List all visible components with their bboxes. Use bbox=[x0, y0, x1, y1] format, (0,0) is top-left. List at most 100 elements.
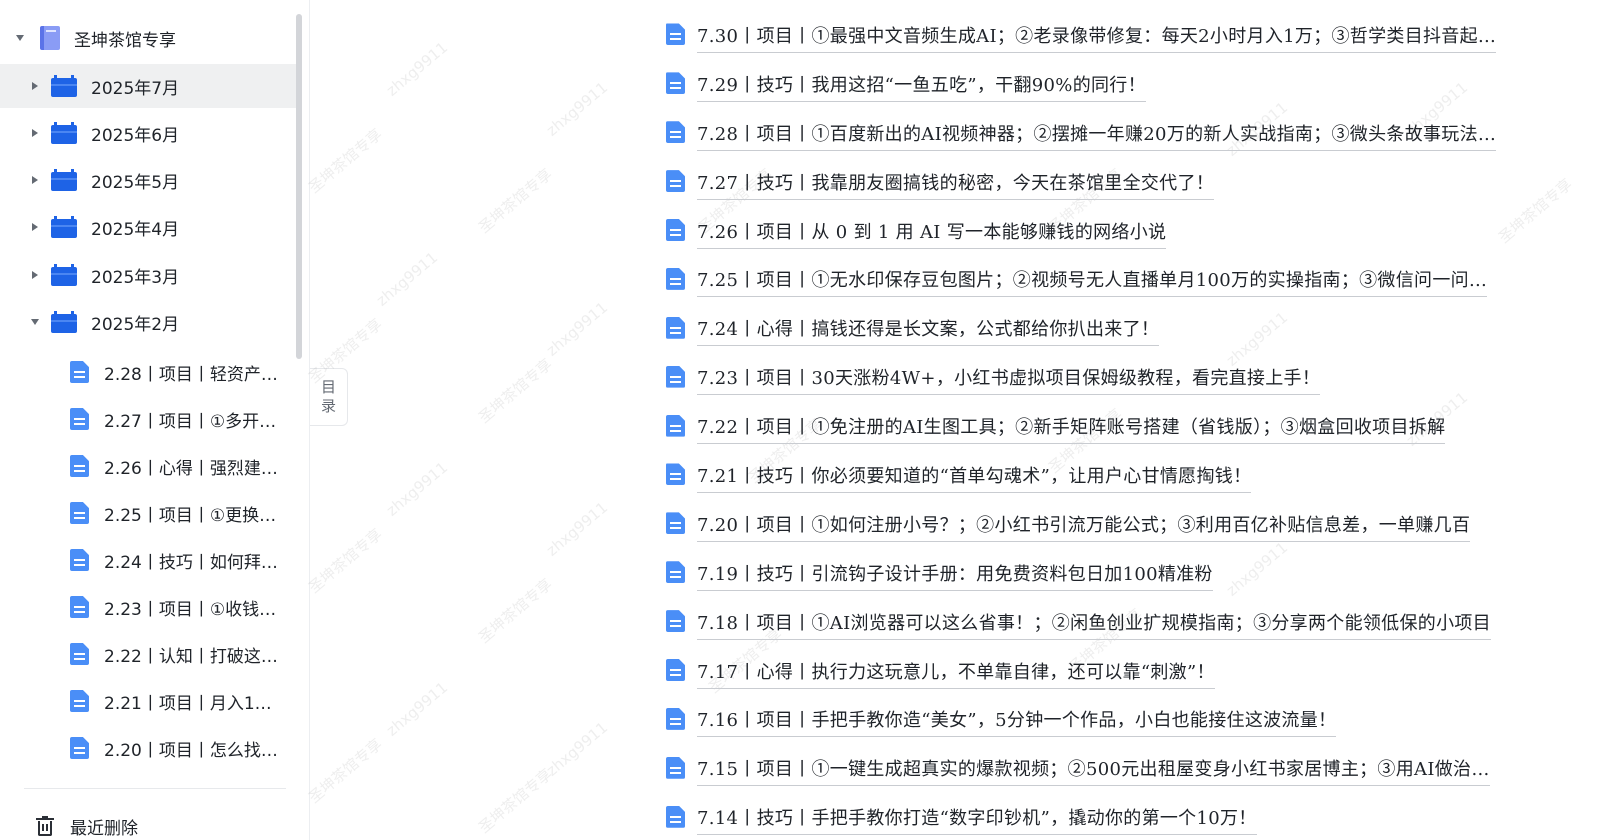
doc-icon bbox=[666, 23, 685, 46]
doc-link[interactable]: 7.17丨心得丨执行力这玩意儿，不单靠自律，还可以靠“刺激”！ bbox=[697, 658, 1215, 689]
doc-icon bbox=[666, 316, 685, 339]
list-item[interactable]: 7.23丨项目丨30天涨粉4W+，小红书虚拟项目保姆级教程，看完直接上手！ bbox=[666, 352, 1566, 401]
list-item[interactable]: 7.20丨项目丨①如何注册小号？；②小红书引流万能公式；③利用百亿补贴信息差，一… bbox=[666, 499, 1566, 548]
list-item[interactable]: 7.28丨项目丨①百度新出的AI视频神器；②摆摊一年赚20万的新人实战指南；③微… bbox=[666, 108, 1566, 157]
list-item[interactable]: 7.17丨心得丨执行力这玩意儿，不单靠自律，还可以靠“刺激”！ bbox=[666, 646, 1566, 695]
list-item[interactable]: 7.29丨技巧丨我用这招“一鱼五吃”，干翻90%的同行！ bbox=[666, 59, 1566, 108]
sidebar-item-label: 2025年7月 bbox=[91, 78, 180, 99]
sidebar-doc-2-21[interactable]: 2.21丨项目丨月入1… bbox=[0, 679, 300, 723]
sidebar-doc-label: 2.21丨项目丨月入1… bbox=[104, 693, 272, 714]
doc-link[interactable]: 7.24丨心得丨搞钱还得是长文案，公式都给你扒出来了！ bbox=[697, 315, 1160, 347]
doc-link[interactable]: 7.21丨技巧丨你必须要知道的“首单勾魂术”，让用户心甘情愿掏钱！ bbox=[697, 462, 1252, 493]
sidebar-item-2025-02[interactable]: 2025年2月 bbox=[0, 300, 300, 344]
doc-icon bbox=[70, 455, 89, 477]
doc-icon bbox=[666, 463, 685, 486]
folder-icon bbox=[51, 311, 77, 333]
main-content: 7.30丨项目丨①最强中文音频生成AI；②老录像带修复：每天2小时月入1万；③哲… bbox=[348, 0, 1615, 840]
toc-tab-char-2: 录 bbox=[320, 397, 336, 415]
sidebar-doc-label: 2.27丨项目丨①多开… bbox=[104, 411, 277, 432]
list-item[interactable]: 7.14丨技巧丨手把手教你打造“数字印钞机”，撬动你的第一个10万！ bbox=[666, 792, 1566, 840]
caret-down-icon[interactable] bbox=[14, 35, 26, 41]
doc-link[interactable]: 7.29丨技巧丨我用这招“一鱼五吃”，干翻90%的同行！ bbox=[697, 71, 1146, 102]
caret-right-icon[interactable] bbox=[29, 129, 41, 137]
sidebar-doc-2-26[interactable]: 2.26丨心得丨强烈建… bbox=[0, 444, 300, 488]
sidebar-item-label: 2025年2月 bbox=[91, 314, 180, 335]
tree-root[interactable]: 圣坤茶馆专享 bbox=[0, 16, 300, 60]
folder-icon bbox=[51, 169, 77, 191]
doc-link[interactable]: 7.18丨项目丨①AI浏览器可以这么省事！；②闲鱼创业扩规模指南；③分享两个能领… bbox=[697, 609, 1491, 640]
doc-icon bbox=[70, 502, 89, 524]
list-item[interactable]: 7.21丨技巧丨你必须要知道的“首单勾魂术”，让用户心甘情愿掏钱！ bbox=[666, 450, 1566, 499]
doc-link[interactable]: 7.22丨项目丨①免注册的AI生图工具；②新手矩阵账号搭建（省钱版）；③烟盒回收… bbox=[697, 413, 1446, 445]
toc-tab-char-1: 目 bbox=[320, 378, 336, 396]
app-window: 圣坤茶馆专享 2025年7月 2025年6月 2025年5月 2025年4月 2… bbox=[0, 0, 1615, 840]
sidebar-doc-2-22[interactable]: 2.22丨认知丨打破这… bbox=[0, 632, 300, 676]
list-item[interactable]: 7.27丨技巧丨我靠朋友圈搞钱的秘密，今天在茶馆里全交代了！ bbox=[666, 157, 1566, 206]
caret-right-icon[interactable] bbox=[29, 176, 41, 184]
doc-link[interactable]: 7.15丨项目丨①一键生成超真实的爆款视频；②500元出租屋变身小红书家居博主；… bbox=[697, 755, 1490, 787]
sidebar-doc-2-24[interactable]: 2.24丨技巧丨如何拜… bbox=[0, 538, 300, 582]
doc-link[interactable]: 7.23丨项目丨30天涨粉4W+，小红书虚拟项目保姆级教程，看完直接上手！ bbox=[697, 364, 1321, 396]
trash-icon bbox=[36, 816, 54, 836]
sidebar-doc-2-28[interactable]: 2.28丨项目丨轻资产… bbox=[0, 350, 300, 394]
sidebar-item-2025-06[interactable]: 2025年6月 bbox=[0, 111, 300, 155]
sidebar-item-2025-07[interactable]: 2025年7月 bbox=[0, 64, 300, 108]
doc-link[interactable]: 7.16丨项目丨手把手教你造“美女”，5分钟一个作品，小白也能接住这波流量！ bbox=[697, 706, 1337, 738]
list-item[interactable]: 7.26丨项目丨从 0 到 1 用 AI 写一本能够赚钱的网络小说 bbox=[666, 206, 1566, 255]
caret-right-icon[interactable] bbox=[29, 82, 41, 90]
doc-link[interactable]: 7.28丨项目丨①百度新出的AI视频神器；②摆摊一年赚20万的新人实战指南；③微… bbox=[697, 120, 1497, 151]
doc-list: 7.30丨项目丨①最强中文音频生成AI；②老录像带修复：每天2小时月入1万；③哲… bbox=[666, 10, 1566, 840]
doc-icon bbox=[666, 610, 685, 633]
sidebar-item-label: 2025年4月 bbox=[91, 219, 180, 240]
sidebar-item-2025-04[interactable]: 2025年4月 bbox=[0, 205, 300, 249]
sidebar-item-label: 2025年3月 bbox=[91, 267, 180, 288]
sidebar-item-2025-05[interactable]: 2025年5月 bbox=[0, 158, 300, 202]
list-item[interactable]: 7.22丨项目丨①免注册的AI生图工具；②新手矩阵账号搭建（省钱版）；③烟盒回收… bbox=[666, 401, 1566, 450]
toc-toggle-tab[interactable]: 目 录 bbox=[310, 368, 348, 426]
doc-icon bbox=[666, 756, 685, 779]
doc-icon bbox=[666, 121, 685, 144]
doc-icon bbox=[666, 659, 685, 682]
list-item[interactable]: 7.30丨项目丨①最强中文音频生成AI；②老录像带修复：每天2小时月入1万；③哲… bbox=[666, 10, 1566, 59]
sidebar-doc-2-25[interactable]: 2.25丨项目丨①更换… bbox=[0, 491, 300, 535]
list-item[interactable]: 7.25丨项目丨①无水印保存豆包图片；②视频号无人直播单月100万的实操指南；③… bbox=[666, 254, 1566, 303]
doc-icon bbox=[666, 219, 685, 241]
sidebar-divider bbox=[24, 788, 286, 789]
sidebar-doc-2-20[interactable]: 2.20丨项目丨怎么找… bbox=[0, 726, 300, 770]
caret-right-icon[interactable] bbox=[29, 271, 41, 279]
sidebar-doc-label: 2.23丨项目丨①收钱… bbox=[104, 599, 277, 620]
doc-link[interactable]: 7.30丨项目丨①最强中文音频生成AI；②老录像带修复：每天2小时月入1万；③哲… bbox=[697, 22, 1497, 53]
doc-icon bbox=[70, 690, 89, 712]
doc-icon bbox=[666, 414, 685, 437]
doc-icon bbox=[666, 267, 685, 290]
sidebar-doc-label: 2.26丨心得丨强烈建… bbox=[104, 458, 278, 479]
doc-link[interactable]: 7.14丨技巧丨手把手教你打造“数字印钞机”，撬动你的第一个10万！ bbox=[697, 804, 1257, 836]
doc-link[interactable]: 7.25丨项目丨①无水印保存豆包图片；②视频号无人直播单月100万的实操指南；③… bbox=[697, 266, 1488, 298]
recently-deleted-button[interactable]: 最近删除 bbox=[0, 804, 300, 840]
folder-icon bbox=[51, 75, 77, 97]
doc-link[interactable]: 7.26丨项目丨从 0 到 1 用 AI 写一本能够赚钱的网络小说 bbox=[697, 218, 1167, 249]
doc-icon bbox=[666, 170, 685, 193]
sidebar-doc-2-27[interactable]: 2.27丨项目丨①多开… bbox=[0, 397, 300, 441]
doc-icon bbox=[70, 737, 89, 759]
sidebar-scrollbar[interactable] bbox=[296, 14, 302, 359]
doc-link[interactable]: 7.20丨项目丨①如何注册小号？；②小红书引流万能公式；③利用百亿补贴信息差，一… bbox=[697, 511, 1471, 542]
list-item[interactable]: 7.18丨项目丨①AI浏览器可以这么省事！；②闲鱼创业扩规模指南；③分享两个能领… bbox=[666, 597, 1566, 646]
list-item[interactable]: 7.19丨技巧丨引流钩子设计手册：用免费资料包日加100精准粉 bbox=[666, 548, 1566, 597]
doc-icon bbox=[666, 805, 685, 828]
caret-right-icon[interactable] bbox=[29, 223, 41, 231]
caret-down-icon[interactable] bbox=[29, 319, 41, 325]
list-item[interactable]: 7.15丨项目丨①一键生成超真实的爆款视频；②500元出租屋变身小红书家居博主；… bbox=[666, 743, 1566, 792]
sidebar-doc-label: 2.28丨项目丨轻资产… bbox=[104, 364, 278, 385]
book-icon bbox=[40, 26, 60, 50]
doc-icon bbox=[70, 549, 89, 571]
list-item[interactable]: 7.24丨心得丨搞钱还得是长文案，公式都给你扒出来了！ bbox=[666, 303, 1566, 352]
sidebar-doc-label: 2.25丨项目丨①更换… bbox=[104, 505, 277, 526]
sidebar-doc-2-23[interactable]: 2.23丨项目丨①收钱… bbox=[0, 585, 300, 629]
list-item[interactable]: 7.16丨项目丨手把手教你造“美女”，5分钟一个作品，小白也能接住这波流量！ bbox=[666, 694, 1566, 743]
doc-icon bbox=[666, 561, 685, 584]
doc-link[interactable]: 7.27丨技巧丨我靠朋友圈搞钱的秘密，今天在茶馆里全交代了！ bbox=[697, 169, 1215, 200]
sidebar-item-2025-03[interactable]: 2025年3月 bbox=[0, 253, 300, 297]
doc-link[interactable]: 7.19丨技巧丨引流钩子设计手册：用免费资料包日加100精准粉 bbox=[697, 560, 1213, 591]
doc-icon bbox=[666, 512, 685, 535]
